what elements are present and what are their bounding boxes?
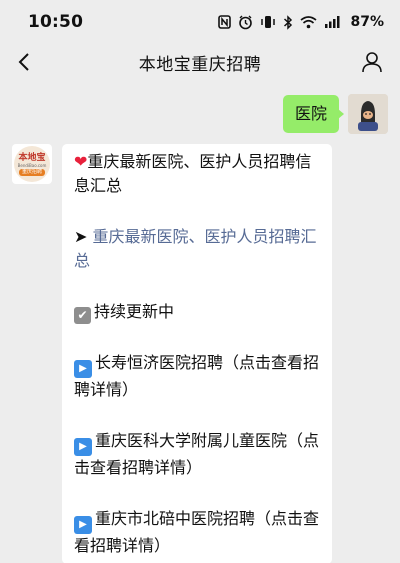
wifi-icon bbox=[300, 14, 318, 30]
bluetooth-icon bbox=[283, 14, 293, 30]
list-item[interactable]: ▶ 长寿恒济医院招聘（点击查看招聘详情） bbox=[74, 351, 322, 402]
bendibao-logo: 本地宝 BendiBao.com 重庆招聘 bbox=[14, 146, 50, 182]
my-avatar[interactable] bbox=[348, 94, 388, 134]
heart-icon: ❤ bbox=[74, 152, 88, 171]
person-icon bbox=[362, 52, 382, 73]
nfc-icon bbox=[218, 14, 232, 30]
heading-text: ❤重庆最新医院、医护人员招聘信息汇总 bbox=[74, 152, 312, 195]
play-icon: ▶ bbox=[74, 438, 92, 456]
update-status: ✔ 持续更新中 bbox=[74, 300, 322, 324]
list-item[interactable]: ▶ 重庆市北碚中医院招聘（点击查看招聘详情） bbox=[74, 507, 322, 558]
chat-title: 本地宝重庆招聘 bbox=[138, 54, 262, 75]
checkbox-icon: ✔ bbox=[74, 307, 91, 324]
signal-icon bbox=[324, 14, 341, 30]
chevron-left-icon bbox=[18, 53, 29, 71]
summary-link[interactable]: 重庆最新医院、医护人员招聘汇总 bbox=[74, 227, 317, 270]
chat-header: 本地宝重庆招聘 bbox=[0, 44, 400, 80]
play-icon: ▶ bbox=[74, 516, 92, 534]
status-time: 10:50 bbox=[28, 12, 84, 32]
outgoing-message: 医院 bbox=[282, 94, 388, 134]
list-item[interactable]: ▶ 重庆医科大学附属儿童医院（点击查看招聘详情） bbox=[74, 429, 322, 480]
status-icons: 87% bbox=[218, 14, 384, 30]
status-bar: 10:50 87% bbox=[0, 0, 400, 44]
battery-percent: 87% bbox=[350, 14, 384, 30]
incoming-message: 本地宝 BendiBao.com 重庆招聘 ❤重庆最新医院、医护人员招聘信息汇总… bbox=[12, 144, 332, 563]
vibrate-icon bbox=[260, 14, 276, 30]
profile-button[interactable] bbox=[358, 48, 386, 76]
summary-link-row: ➤ 重庆最新医院、医护人员招聘汇总 bbox=[74, 225, 322, 273]
back-button[interactable] bbox=[10, 48, 38, 76]
play-icon: ▶ bbox=[74, 360, 92, 378]
alarm-icon bbox=[238, 14, 253, 30]
incoming-bubble: ❤重庆最新医院、医护人员招聘信息汇总 ➤ 重庆最新医院、医护人员招聘汇总 ✔ 持续… bbox=[62, 144, 332, 563]
character-avatar-icon bbox=[348, 94, 388, 134]
outgoing-bubble[interactable]: 医院 bbox=[282, 95, 345, 133]
arrow-icon: ➤ bbox=[74, 227, 88, 246]
account-avatar[interactable]: 本地宝 BendiBao.com 重庆招聘 bbox=[12, 144, 52, 184]
